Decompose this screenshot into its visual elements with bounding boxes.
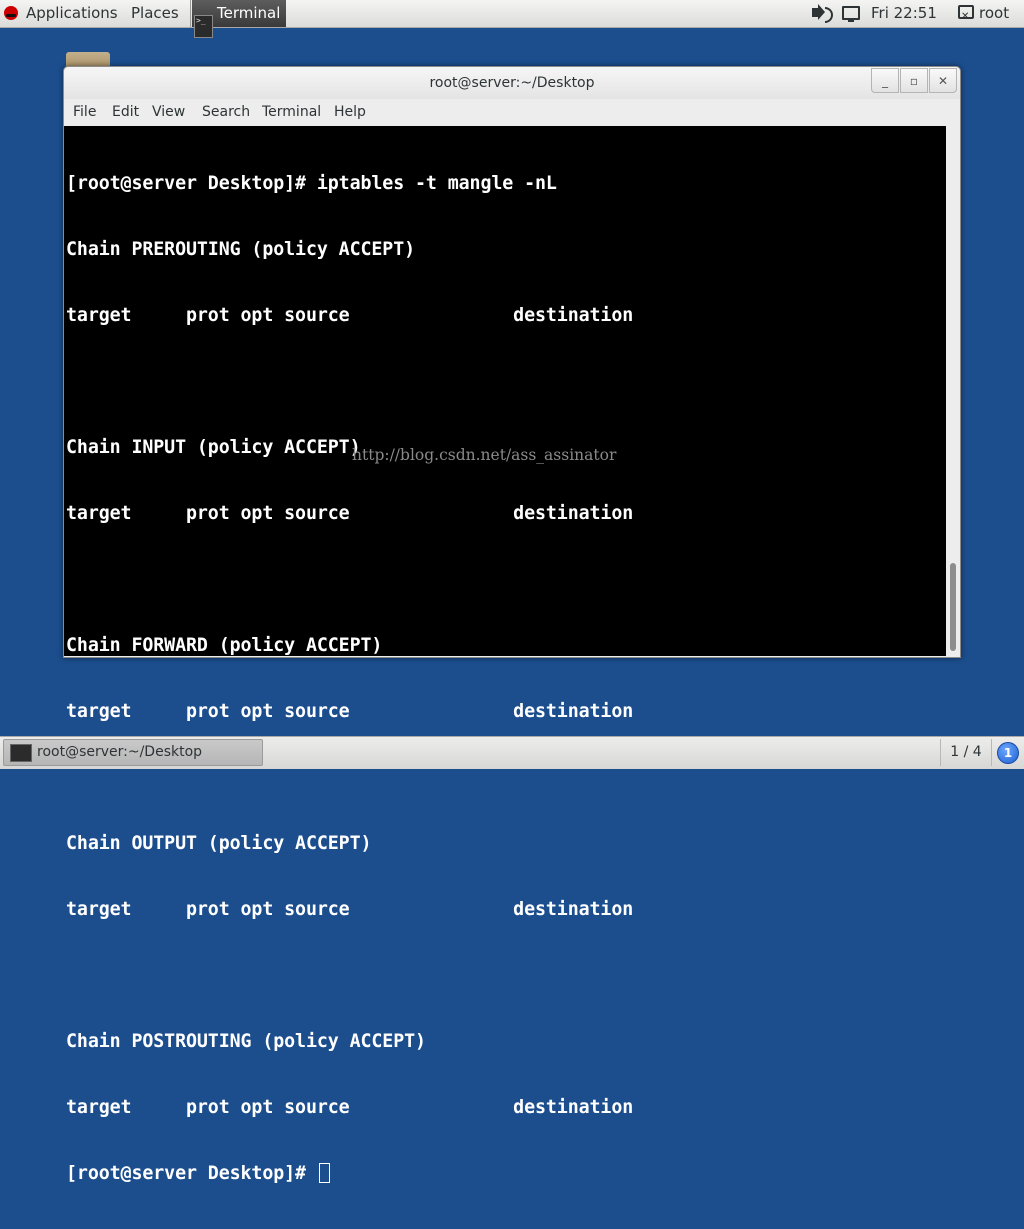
terminal-line: target prot opt source destination [66,899,634,920]
window-titlebar[interactable]: root@server:~/Desktop _ ▫ ✕ [64,67,960,99]
taskbar-window-label: root@server:~/Desktop [37,744,203,760]
redhat-icon [4,6,18,20]
minimize-icon: _ [882,74,888,88]
terminal-line: Chain FORWARD (policy ACCEPT) [66,635,383,656]
menu-file[interactable]: File [73,99,96,125]
places-menu[interactable]: Places [131,0,179,27]
close-button[interactable]: ✕ [929,68,957,93]
menu-help[interactable]: Help [334,99,366,125]
maximize-button[interactable]: ▫ [900,68,928,93]
watermark: http://blog.csdn.net/ass_assinator [352,446,617,464]
applications-menu[interactable]: Applications [4,0,118,27]
terminal-icon [10,744,32,762]
active-app-menu[interactable]: >_ Terminal [192,0,287,38]
window-title: root@server:~/Desktop [429,75,595,91]
terminal-line: Chain OUTPUT (policy ACCEPT) [66,833,372,854]
active-app-label: Terminal [217,4,281,22]
close-icon: ✕ [937,74,949,88]
clock[interactable]: Fri 22:51 [871,0,937,27]
user-menu[interactable]: root [958,0,1010,30]
menu-view[interactable]: View [152,99,185,125]
scrollbar-thumb[interactable] [950,563,956,651]
workspace-switcher[interactable]: 1 / 4 [940,739,992,766]
terminal-scrollbar[interactable] [946,126,960,656]
terminal-window: root@server:~/Desktop _ ▫ ✕ File Edit Vi… [63,66,961,1184]
user-icon [958,3,974,30]
maximize-icon: ▫ [909,74,919,88]
bottom-panel: root@server:~/Desktop 1 / 4 1 [0,736,1024,769]
terminal-line: Chain POSTROUTING (policy ACCEPT) [66,1031,426,1052]
menu-terminal[interactable]: Terminal [262,99,321,125]
terminal-line: target prot opt source destination [66,701,634,722]
menu-edit[interactable]: Edit [112,99,139,125]
top-panel: Applications Places >_ Terminal Fri 22:51… [0,0,1024,38]
panel-divider [190,0,191,27]
menu-search[interactable]: Search [202,99,250,125]
volume-icon[interactable] [812,0,833,27]
user-label: root [979,4,1010,22]
terminal-line: [root@server Desktop]# iptables -t mangl… [66,173,557,194]
network-icon[interactable] [842,0,860,27]
minimize-button[interactable]: _ [871,68,899,93]
terminal-prompt-line: [root@server Desktop]# [66,1163,633,1185]
terminal-line: Chain PREROUTING (policy ACCEPT) [66,239,415,260]
terminal-prompt: [root@server Desktop]# [66,1163,317,1184]
terminal-text: [root@server Desktop]# iptables -t mangl… [66,129,633,1229]
terminal-cursor [318,1163,330,1183]
terminal-output[interactable]: [root@server Desktop]# iptables -t mangl… [64,126,946,1184]
taskbar-window-button[interactable]: root@server:~/Desktop [3,739,263,766]
terminal-icon: >_ [194,15,213,38]
applications-label: Applications [26,4,118,22]
notification-badge[interactable]: 1 [997,742,1019,764]
terminal-line: target prot opt source destination [66,503,634,524]
terminal-line: target prot opt source destination [66,1097,634,1118]
menubar: File Edit View Search Terminal Help [64,99,960,125]
terminal-line: target prot opt source destination [66,305,634,326]
